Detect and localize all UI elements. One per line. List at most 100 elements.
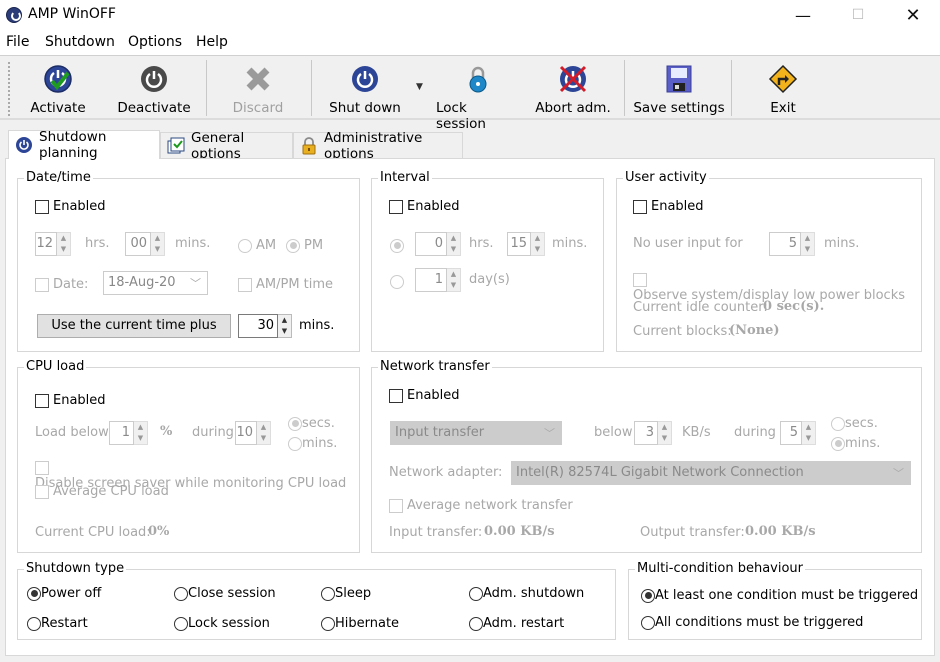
- no-input-spinner[interactable]: 5 ▲ ▼: [769, 232, 815, 256]
- cpu-during-spinner[interactable]: 10 ▲ ▼: [235, 421, 271, 445]
- lock-session-button[interactable]: Lock session: [436, 60, 520, 132]
- am-radio[interactable]: AM: [238, 237, 276, 253]
- plus-minutes-spinner[interactable]: 30 ▲ ▼: [238, 314, 292, 338]
- cpu-load-group: CPU load Enabled Load below 1 ▲ ▼ % during…: [17, 359, 360, 553]
- spinner-arrows[interactable]: ▲ ▼: [151, 232, 165, 256]
- spinner-arrows[interactable]: ▲ ▼: [801, 232, 815, 256]
- menu-help[interactable]: Help: [196, 34, 228, 50]
- network-below-spinner[interactable]: 3 ▲ ▼: [634, 421, 672, 445]
- tab-general-options[interactable]: General options: [160, 130, 293, 162]
- cpu-mins-radio[interactable]: mins.: [288, 435, 337, 451]
- ampm-time-checkbox[interactable]: AM/PM time: [238, 276, 333, 292]
- load-below-label: Load below: [35, 425, 109, 440]
- radio-circle: [641, 588, 655, 603]
- radio-circle: [641, 615, 655, 630]
- network-during-spinner[interactable]: 5 ▲ ▼: [780, 421, 816, 445]
- menu-options[interactable]: Options: [128, 34, 182, 50]
- spinner-value: 5: [780, 421, 802, 445]
- date-picker[interactable]: 18-Aug-20 ﹀: [103, 271, 208, 295]
- maximize-button[interactable]: ☐: [835, 0, 881, 30]
- exit-button[interactable]: Exit: [752, 60, 814, 118]
- cpu-secs-radio[interactable]: secs.: [288, 415, 335, 431]
- restart-radio[interactable]: Restart: [27, 615, 88, 631]
- checkbox-box: [35, 277, 49, 292]
- network-adapter-dropdown[interactable]: Intel(R) 82574L Gigabit Network Connecti…: [511, 461, 911, 485]
- spinner-arrows[interactable]: ▲ ▼: [134, 421, 148, 445]
- date-checkbox[interactable]: Date:: [35, 276, 88, 292]
- interval-days-radio[interactable]: [390, 273, 404, 289]
- spinner-arrows[interactable]: ▲ ▼: [257, 421, 271, 445]
- spinner-arrows[interactable]: ▲ ▼: [447, 268, 461, 292]
- spinner-arrows[interactable]: ▲ ▼: [658, 421, 672, 445]
- interval-minutes-spinner[interactable]: 15 ▲ ▼: [507, 232, 545, 256]
- toolbar-grip[interactable]: [8, 62, 10, 116]
- pm-radio[interactable]: PM: [286, 237, 323, 253]
- spinner-arrows[interactable]: ▲ ▼: [57, 232, 71, 256]
- tab-label: General options: [191, 129, 245, 162]
- save-settings-button[interactable]: Save settings: [632, 60, 726, 118]
- dropdown-value: Input transfer: [395, 425, 485, 440]
- network-mins-radio[interactable]: mins.: [831, 435, 880, 451]
- transfer-direction-dropdown[interactable]: Input transfer ﹀: [390, 421, 562, 445]
- network-secs-radio[interactable]: secs.: [831, 415, 878, 431]
- during-label: during: [192, 425, 234, 440]
- datetime-enabled-checkbox[interactable]: Enabled: [35, 198, 106, 214]
- interval-enabled-checkbox[interactable]: Enabled: [389, 198, 460, 214]
- group-title: Interval: [378, 170, 432, 186]
- close-button[interactable]: ✕: [890, 0, 936, 30]
- observe-power-blocks-checkbox[interactable]: Observe system/display low power blocks: [633, 271, 921, 303]
- user-activity-group: User activity Enabled No user input for …: [616, 170, 922, 352]
- interval-hours-spinner[interactable]: 0 ▲ ▼: [415, 232, 461, 256]
- checkbox-label: Average network transfer: [406, 498, 573, 513]
- minimize-button[interactable]: —: [780, 0, 826, 30]
- use-current-time-button[interactable]: Use the current time plus: [37, 314, 231, 338]
- group-title: Multi-condition behaviour: [635, 561, 806, 577]
- power-off-radio[interactable]: Power off: [27, 585, 101, 601]
- cpu-enabled-checkbox[interactable]: Enabled: [35, 392, 106, 408]
- lock-session-radio[interactable]: Lock session: [174, 615, 270, 631]
- save-settings-label: Save settings: [633, 100, 725, 116]
- load-below-spinner[interactable]: 1 ▲ ▼: [109, 421, 148, 445]
- shutdown-dropdown-arrow-icon[interactable]: ▼: [416, 82, 423, 92]
- checkbox-box: [35, 393, 49, 408]
- spinner-arrows[interactable]: ▲ ▼: [802, 421, 816, 445]
- spinner-value[interactable]: 30: [238, 314, 278, 338]
- checkbox-label: Enabled: [406, 388, 460, 403]
- datetime-minutes-spinner[interactable]: 00 ▲ ▼: [125, 232, 165, 256]
- datetime-hours-spinner[interactable]: 12 ▲ ▼: [35, 232, 71, 256]
- menu-file[interactable]: File: [6, 34, 29, 50]
- toolbar-separator: [624, 60, 625, 116]
- all-conditions-radio[interactable]: All conditions must be triggered: [641, 614, 863, 630]
- sleep-radio[interactable]: Sleep: [321, 585, 371, 601]
- radio-circle: [831, 416, 845, 431]
- shutdown-button[interactable]: Shut down: [326, 60, 404, 118]
- activate-button[interactable]: Activate: [22, 60, 94, 118]
- close-session-radio[interactable]: Close session: [174, 585, 276, 601]
- toolbar-separator: [311, 60, 312, 116]
- user-activity-enabled-checkbox[interactable]: Enabled: [633, 198, 704, 214]
- network-enabled-checkbox[interactable]: Enabled: [389, 387, 460, 403]
- abort-adm-button[interactable]: Abort adm.: [534, 60, 612, 118]
- radio-circle: [27, 616, 41, 631]
- interval-hours-radio[interactable]: [390, 237, 404, 253]
- deactivate-button[interactable]: Deactivate: [112, 60, 196, 118]
- radio-label: mins.: [845, 436, 881, 451]
- discard-button[interactable]: Discard: [222, 60, 294, 118]
- interval-days-spinner[interactable]: 1 ▲ ▼: [415, 268, 461, 292]
- spinner-arrows[interactable]: ▲ ▼: [447, 232, 461, 256]
- spinner-arrows[interactable]: ▲ ▼: [278, 314, 292, 338]
- at-least-one-radio[interactable]: At least one condition must be triggered: [641, 587, 918, 603]
- menu-shutdown[interactable]: Shutdown: [45, 34, 115, 50]
- spinner-arrows[interactable]: ▲ ▼: [531, 232, 545, 256]
- lock-session-label: Lock session: [436, 100, 486, 132]
- adm-shutdown-radio[interactable]: Adm. shutdown: [469, 585, 584, 601]
- tab-shutdown-planning[interactable]: Shutdown planning: [8, 129, 160, 161]
- adm-restart-radio[interactable]: Adm. restart: [469, 615, 564, 631]
- tab-administrative-options[interactable]: Administrative options: [293, 130, 463, 162]
- network-transfer-group: Network transfer Enabled Input transfer ﹀…: [371, 359, 922, 553]
- average-cpu-checkbox[interactable]: Average CPU load: [35, 483, 169, 499]
- days-label: day(s): [469, 272, 510, 287]
- checkbox-box: [633, 199, 647, 214]
- hibernate-radio[interactable]: Hibernate: [321, 615, 399, 631]
- average-network-checkbox[interactable]: Average network transfer: [389, 497, 573, 513]
